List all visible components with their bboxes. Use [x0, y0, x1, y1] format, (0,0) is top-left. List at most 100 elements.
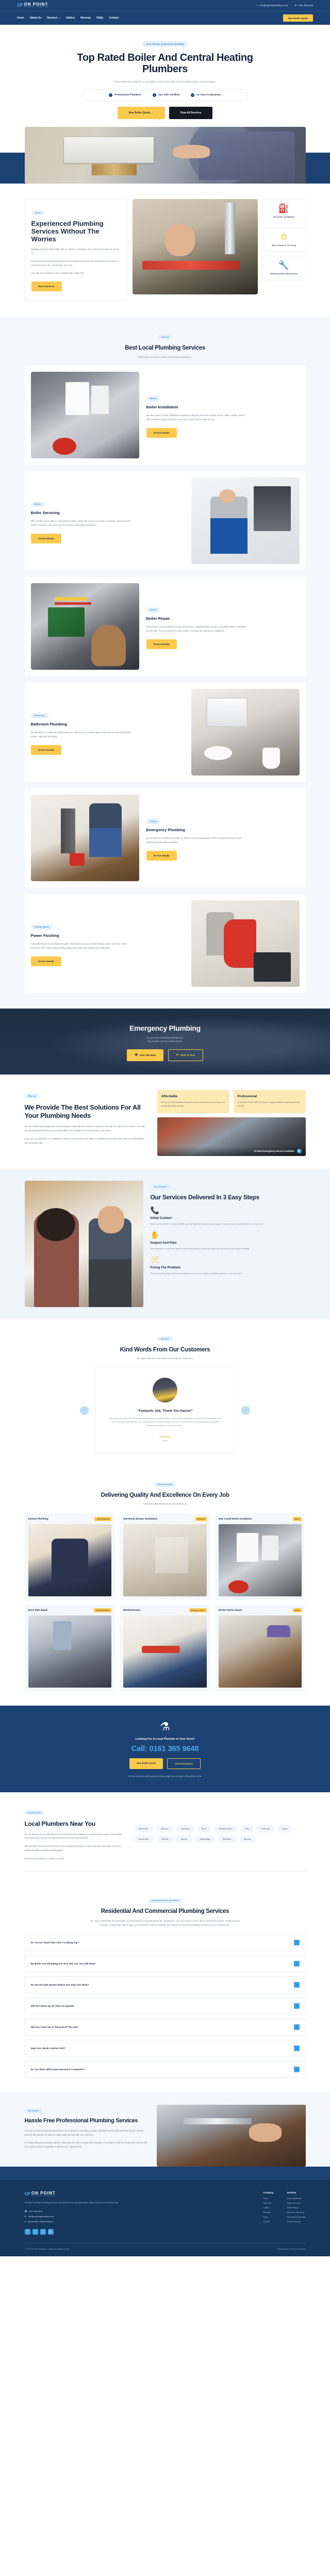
project-card[interactable]: Burst Pipe Repair Emergency Callout	[24, 1604, 116, 1691]
topbar-email[interactable]: ✉ info@onpointplumbing.co.uk	[257, 4, 288, 7]
why-video-thumbnail[interactable]: 24 Hour Emergency Service Available ▶	[157, 1117, 306, 1156]
nav-item-services[interactable]: Services ▼	[47, 16, 60, 20]
area-chip[interactable]: Manchester	[134, 1835, 154, 1843]
footer-link[interactable]: Bathroom Plumbing	[287, 2211, 305, 2214]
faq-item[interactable]: Do You Do Small Jobs Like A Leaking Tap?…	[24, 1934, 306, 1951]
faq-item[interactable]: My Boiler And Plumbing Are Very Old, Can…	[24, 1955, 306, 1972]
logo[interactable]: CP ON POINT PLUMBING & HEATING	[17, 3, 48, 8]
nav-item-faqs[interactable]: FAQs	[96, 16, 103, 20]
reviews-next-button[interactable]: →	[241, 1406, 250, 1415]
faq-item[interactable]: How Can I Book A Home Visit? +	[24, 2039, 306, 2057]
nav-item-reviews[interactable]: Reviews	[80, 16, 91, 20]
service-details-button[interactable]: Service Details	[146, 639, 177, 649]
hero-badges: ✓ Professional Plumbers ✓ Gas Safe Certi…	[82, 89, 248, 101]
faq-item[interactable]: Do You Provide Quotes Before You Start T…	[24, 1976, 306, 1993]
plus-icon[interactable]: +	[293, 1981, 300, 1988]
footer-link[interactable]: Power Flushing	[287, 2221, 305, 2223]
area-chip[interactable]: Salford	[176, 1835, 192, 1843]
emergency-call-button[interactable]: ☎ 0161 365 9648	[127, 1049, 163, 1061]
footer-link[interactable]: About Us	[263, 2202, 273, 2204]
about-more-button[interactable]: More About Us	[31, 281, 62, 291]
area-chip[interactable]: Worsley	[239, 1835, 256, 1843]
faq-question: Do You Provide Quotes Before You Start T…	[30, 1983, 89, 1986]
footer-legal[interactable]: Privacy Policy | Terms & Conditions	[277, 2248, 306, 2250]
footer-link[interactable]: Boiler Installation	[287, 2198, 305, 2200]
area-chip[interactable]: Oldham	[157, 1835, 173, 1843]
area-chip[interactable]: Bury	[197, 1825, 211, 1832]
review-location: Lymm	[162, 1440, 168, 1442]
nav-item-about[interactable]: About Us	[30, 16, 41, 20]
review-card: “Fantastic Job, Thank You Darren” We had…	[95, 1366, 235, 1454]
about-icon-card-repair[interactable]: ⚙ Boiler Repair & Servicing	[262, 227, 306, 252]
footer-email[interactable]: ✉ info@onpointplumbing.co.uk	[25, 2215, 128, 2218]
footer-link[interactable]: Boiler Servicing	[287, 2202, 305, 2204]
how-we-work-image	[24, 1180, 143, 1307]
footer-logo[interactable]: CP ON POINT PLUMBING & HEATING	[25, 2191, 128, 2197]
services-eyebrow: Services	[157, 335, 173, 340]
project-card[interactable]: Blocked Drains Emergency Callout	[120, 1604, 210, 1691]
footer-link[interactable]: Gallery	[263, 2207, 273, 2209]
project-card[interactable]: Broken Boiler Repair Boilers	[214, 1604, 306, 1691]
faq-item[interactable]: Will You Show Up On Time As Agreed? +	[24, 1997, 306, 2014]
about-icon-card-maintenance[interactable]: 🔧 Heating System Maintenance	[262, 256, 306, 280]
project-card[interactable]: Kitchen Plumbing General Plumbing	[24, 1513, 116, 1600]
project-tag: Boilers	[292, 1516, 302, 1521]
reviews-prev-button[interactable]: ←	[80, 1406, 89, 1415]
youtube-icon[interactable]: ▶	[47, 2229, 54, 2235]
inspect-icon: ✋	[150, 1231, 159, 1240]
play-icon[interactable]: ▶	[296, 1148, 302, 1153]
nav-item-home[interactable]: Home	[17, 16, 24, 20]
footer-phone[interactable]: ☎ 0161 365 9648	[25, 2210, 128, 2212]
plus-icon[interactable]: +	[293, 2024, 300, 2030]
area-chip[interactable]: Lymm	[277, 1825, 292, 1832]
call-quote-button[interactable]: New Boiler Quote	[129, 1758, 163, 1769]
service-text: If your boiler is not operational as you…	[146, 625, 246, 632]
footer-link[interactable]: Emergency Plumbing	[287, 2216, 305, 2218]
hero-quote-button[interactable]: New Boiler Quote →	[117, 106, 165, 119]
nav-item-contact[interactable]: Contact	[109, 16, 119, 20]
plus-icon[interactable]: +	[293, 2003, 300, 2009]
instagram-icon[interactable]: ▢	[40, 2229, 46, 2235]
footer-link[interactable]: FAQs	[263, 2216, 273, 2218]
area-chip[interactable]: Kearsley	[257, 1825, 274, 1832]
footer-link[interactable]: Home	[263, 2198, 273, 2200]
area-chip[interactable]: Stockport	[218, 1835, 236, 1843]
service-details-button[interactable]: Service Details	[30, 956, 61, 966]
plus-icon[interactable]: +	[293, 1960, 300, 1967]
call-enquiry-button[interactable]: General Enquiry	[167, 1758, 201, 1769]
twitter-icon[interactable]: t	[32, 2229, 38, 2235]
faq-question: Will You Clean Up At The End Of The Job?	[30, 2025, 78, 2028]
plus-icon[interactable]: +	[293, 1939, 300, 1945]
service-details-button[interactable]: Service Details	[146, 850, 177, 861]
area-chip[interactable]: Atherton	[156, 1825, 174, 1832]
facebook-icon[interactable]: f	[24, 2229, 30, 2235]
topbar-phone[interactable]: ☎ 0161 365 9648	[294, 4, 313, 7]
hero-services-button[interactable]: View All Services	[169, 106, 213, 119]
faq-item[interactable]: Do You Work With Home Insurance Companie…	[24, 2060, 306, 2078]
service-details-button[interactable]: Service Details	[146, 427, 177, 438]
area-chip[interactable]: Bredbury	[176, 1825, 194, 1832]
how-step-2-text: We'll schedule a convenient time to call…	[150, 1247, 250, 1250]
footer-link[interactable]: Contact	[263, 2221, 273, 2223]
emergency-text-button[interactable]: ✉ Click To Text	[168, 1049, 203, 1061]
plus-icon[interactable]: +	[293, 2066, 300, 2072]
project-card[interactable]: New Combi Boiler Installation Boilers	[214, 1513, 306, 1600]
message-icon: ✉	[176, 1053, 178, 1056]
plus-icon[interactable]: +	[293, 2045, 300, 2051]
area-chip[interactable]: Altrincham	[134, 1825, 153, 1832]
service-details-button[interactable]: Service Details	[30, 533, 61, 543]
nav-quote-button[interactable]: New Boiler Quote	[283, 14, 313, 22]
area-chip[interactable]: Stalybridge	[195, 1835, 215, 1843]
service-details-button[interactable]: Service Details	[30, 745, 61, 755]
about-icon-card-boiler[interactable]: ⛽ New Boiler Installation	[262, 199, 306, 224]
area-chip[interactable]: Irlam	[240, 1825, 254, 1832]
area-chip[interactable]: Cheadle Hulme	[213, 1825, 237, 1832]
project-card[interactable]: Wet Room Shower Installation Bathroom	[120, 1513, 210, 1600]
call-number[interactable]: Call: 0161 365 9648	[0, 1744, 330, 1753]
faq-item[interactable]: Will You Clean Up At The End Of The Job?…	[24, 2018, 306, 2036]
how-step-3-text: We stock a wide range of parts and equip…	[150, 1272, 242, 1275]
footer-link[interactable]: Boiler Repair	[287, 2207, 305, 2209]
project-image	[28, 1524, 112, 1596]
nav-item-gallery[interactable]: Gallery	[66, 16, 75, 20]
footer-link[interactable]: Reviews	[263, 2211, 273, 2214]
